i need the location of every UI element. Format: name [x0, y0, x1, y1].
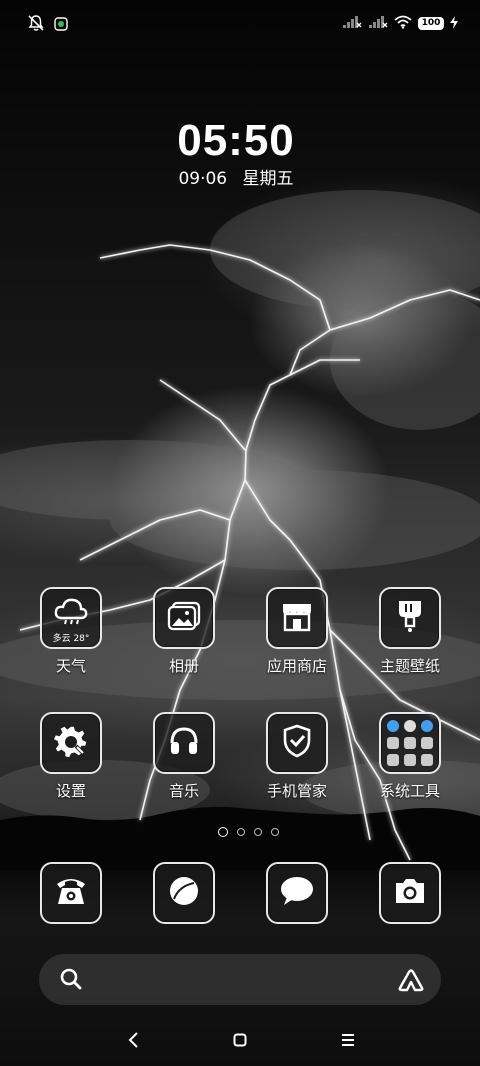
- weekday-text: 星期五: [242, 169, 294, 189]
- page-indicator: [218, 827, 279, 837]
- app-label: 应用商店: [266, 657, 327, 675]
- notification-app-icon: [54, 16, 68, 35]
- battery-indicator: 100: [418, 17, 444, 30]
- date-text: 09·06: [178, 169, 228, 189]
- app-weather[interactable]: 多云 28° 天气: [19, 587, 123, 675]
- navigation-bar: [0, 1014, 480, 1066]
- camera-icon: [393, 876, 427, 910]
- weather-icon: [53, 598, 89, 630]
- charging-icon: [450, 14, 458, 33]
- page-dot: [254, 828, 262, 836]
- music-icon: [168, 725, 200, 761]
- home-icon[interactable]: [225, 1028, 255, 1052]
- weather-summary: 多云 28°: [52, 634, 90, 644]
- settings-icon: [53, 723, 89, 763]
- dock-messages[interactable]: [245, 862, 349, 924]
- app-settings[interactable]: 设置: [19, 712, 123, 800]
- security-icon: [282, 724, 312, 762]
- status-bar: 100: [0, 0, 480, 50]
- assistant-icon[interactable]: [398, 968, 424, 996]
- clock-date[interactable]: 09·06 星期五: [0, 164, 472, 189]
- app-label: 手机管家: [266, 782, 327, 800]
- app-security[interactable]: 手机管家: [245, 712, 349, 800]
- bell-off-icon: [28, 14, 44, 36]
- search-input[interactable]: [99, 964, 383, 996]
- page-dot: [237, 828, 245, 836]
- signal-1-icon: [342, 14, 362, 33]
- recents-icon[interactable]: [333, 1028, 363, 1052]
- app-store[interactable]: 应用商店: [245, 587, 349, 675]
- search-icon[interactable]: [59, 967, 83, 995]
- app-gallery[interactable]: 相册: [132, 587, 236, 675]
- app-label: 相册: [168, 657, 199, 675]
- dock-browser[interactable]: [132, 862, 236, 924]
- page-dot-active: [218, 827, 228, 837]
- app-themes[interactable]: 主题壁纸: [358, 587, 462, 675]
- themes-icon: [394, 598, 426, 638]
- app-label: 系统工具: [379, 782, 440, 800]
- dock-phone[interactable]: [19, 862, 123, 924]
- gallery-icon: [167, 601, 201, 635]
- app-label: 主题壁纸: [379, 657, 440, 675]
- app-label: 设置: [55, 782, 86, 800]
- store-icon: [280, 600, 314, 636]
- clock-time[interactable]: 05:50: [0, 116, 472, 166]
- dock-camera[interactable]: [358, 862, 462, 924]
- messages-icon: [279, 875, 315, 911]
- app-label: 音乐: [168, 782, 199, 800]
- phone-icon: [54, 874, 88, 912]
- app-label: 天气: [55, 657, 86, 675]
- wifi-icon: [394, 14, 412, 33]
- back-icon[interactable]: [118, 1028, 148, 1052]
- page-dot: [271, 828, 279, 836]
- search-bar[interactable]: [39, 954, 441, 1005]
- browser-icon: [167, 874, 201, 912]
- app-music[interactable]: 音乐: [132, 712, 236, 800]
- signal-2-icon: [368, 14, 388, 33]
- folder-system-tools[interactable]: 系统工具: [358, 712, 462, 800]
